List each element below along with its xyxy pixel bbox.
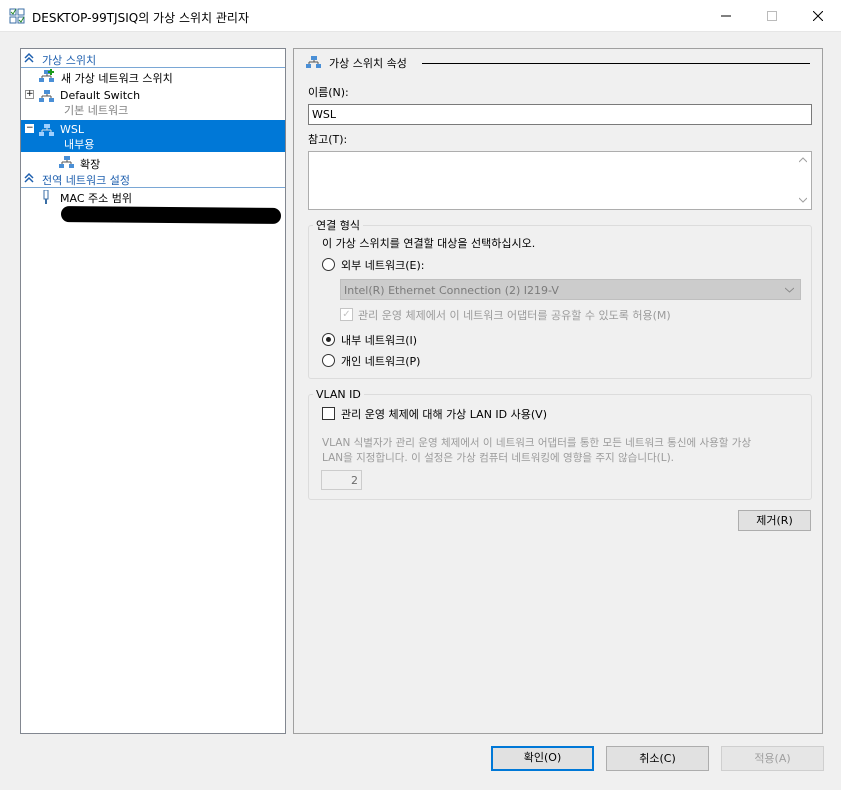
maximize-icon bbox=[767, 11, 777, 21]
network-switch-icon bbox=[39, 124, 54, 136]
tree-item-label: MAC 주소 범위 bbox=[60, 192, 132, 205]
redaction-mark bbox=[60, 206, 282, 224]
cancel-button[interactable]: 취소(C) bbox=[606, 746, 709, 771]
scroll-down-icon[interactable] bbox=[799, 197, 807, 203]
scroll-up-icon[interactable] bbox=[799, 157, 807, 163]
notes-label: 참고(T): bbox=[308, 133, 348, 146]
collapse-chevron-icon bbox=[24, 52, 34, 63]
maximize-button[interactable] bbox=[749, 0, 795, 32]
tree-item-wsl[interactable]: − WSL 내부용 bbox=[21, 120, 285, 152]
external-network-label[interactable]: 외부 네트워크(E): bbox=[341, 257, 424, 273]
vlan-id-input[interactable]: 2 bbox=[321, 470, 362, 490]
collapse-chevron-icon bbox=[24, 172, 34, 183]
switch-type: 기본 네트워크 bbox=[64, 104, 129, 117]
share-adapter-label: 관리 운영 체제에서 이 네트워크 어댑터를 공유할 수 있도록 허용(M) bbox=[358, 309, 671, 322]
vlan-description-line1: VLAN 식별자가 관리 운영 체제에서 이 네트워크 어댑터를 통한 모든 네… bbox=[322, 437, 752, 449]
apply-button[interactable]: 적용(A) bbox=[721, 746, 824, 771]
connection-type-description: 이 가상 스위치를 연결할 대상을 선택하십시오. bbox=[322, 237, 536, 250]
private-network-label[interactable]: 개인 네트워크(P) bbox=[341, 353, 420, 369]
switch-tree[interactable]: 가상 스위치 새 가상 네트워크 스위치 + Default Switch 기본… bbox=[20, 48, 286, 734]
close-icon bbox=[813, 11, 823, 21]
external-network-radio[interactable] bbox=[322, 258, 335, 271]
section-label: 가상 스위치 bbox=[42, 54, 97, 67]
switch-properties-panel: 가상 스위치 속성 이름(N): WSL 참고(T): 연결 형식 이 가상 스… bbox=[293, 48, 823, 734]
connection-type-legend: 연결 형식 bbox=[313, 217, 363, 233]
notes-textarea[interactable] bbox=[308, 151, 812, 210]
vlan-enable-label[interactable]: 관리 운영 체제에 대해 가상 LAN ID 사용(V) bbox=[341, 406, 547, 422]
notes-scrollbar[interactable] bbox=[795, 152, 811, 209]
new-switch-icon bbox=[39, 69, 54, 82]
tree-item-mac-range[interactable]: MAC 주소 범위 bbox=[21, 189, 285, 207]
tree-item-default-switch[interactable]: + Default Switch 기본 네트워크 bbox=[21, 86, 285, 118]
switch-name: Default Switch bbox=[60, 89, 141, 102]
private-network-radio[interactable] bbox=[322, 354, 335, 367]
section-label: 전역 네트워크 설정 bbox=[42, 174, 130, 187]
tree-item-extensions[interactable]: 확장 bbox=[21, 153, 285, 171]
name-input[interactable]: WSL bbox=[308, 104, 812, 125]
name-label: 이름(N): bbox=[308, 86, 349, 99]
network-switch-icon bbox=[306, 56, 321, 68]
title-divider bbox=[422, 63, 810, 64]
tree-item-new-switch[interactable]: 새 가상 네트워크 스위치 bbox=[21, 68, 285, 86]
switch-type: 내부용 bbox=[64, 138, 95, 151]
name-input-value: WSL bbox=[312, 108, 336, 121]
minimize-button[interactable] bbox=[703, 0, 749, 32]
window-title: DESKTOP-99TJSIQ의 가상 스위치 관리자 bbox=[32, 11, 249, 25]
tree-item-label: 새 가상 네트워크 스위치 bbox=[61, 72, 173, 85]
close-button[interactable] bbox=[795, 0, 841, 32]
section-header-global-network[interactable]: 전역 네트워크 설정 bbox=[21, 170, 285, 188]
remove-button[interactable]: 제거(R) bbox=[738, 510, 811, 531]
expand-plus-icon[interactable]: + bbox=[25, 90, 34, 99]
internal-network-radio[interactable] bbox=[322, 333, 335, 346]
title-bar: DESKTOP-99TJSIQ의 가상 스위치 관리자 bbox=[0, 0, 841, 32]
vlan-legend: VLAN ID bbox=[313, 388, 364, 401]
network-switch-icon bbox=[39, 90, 54, 102]
minimize-icon bbox=[721, 15, 731, 17]
vlan-id-value: 2 bbox=[351, 474, 358, 487]
properties-title: 가상 스위치 속성 bbox=[329, 57, 407, 70]
vlan-description-line2: LAN을 지정합니다. 이 설정은 가상 컴퓨터 네트워킹에 영향을 주지 않습… bbox=[322, 452, 675, 464]
adapter-select-value: Intel(R) Ethernet Connection (2) I219-V bbox=[344, 284, 559, 297]
section-header-virtual-switches[interactable]: 가상 스위치 bbox=[21, 50, 285, 68]
switch-manager-icon bbox=[9, 8, 25, 24]
vlan-enable-checkbox[interactable] bbox=[322, 407, 335, 420]
adapter-select[interactable]: Intel(R) Ethernet Connection (2) I219-V bbox=[340, 279, 801, 300]
switch-name: WSL bbox=[60, 123, 84, 136]
ok-button[interactable]: 확인(O) bbox=[491, 746, 594, 771]
internal-network-label[interactable]: 내부 네트워크(I) bbox=[341, 332, 417, 348]
chevron-down-icon bbox=[785, 287, 794, 293]
share-adapter-checkbox[interactable]: ✓ bbox=[340, 308, 353, 321]
collapse-minus-icon[interactable]: − bbox=[25, 124, 34, 133]
extension-icon bbox=[59, 156, 74, 168]
mac-address-icon bbox=[43, 190, 49, 204]
